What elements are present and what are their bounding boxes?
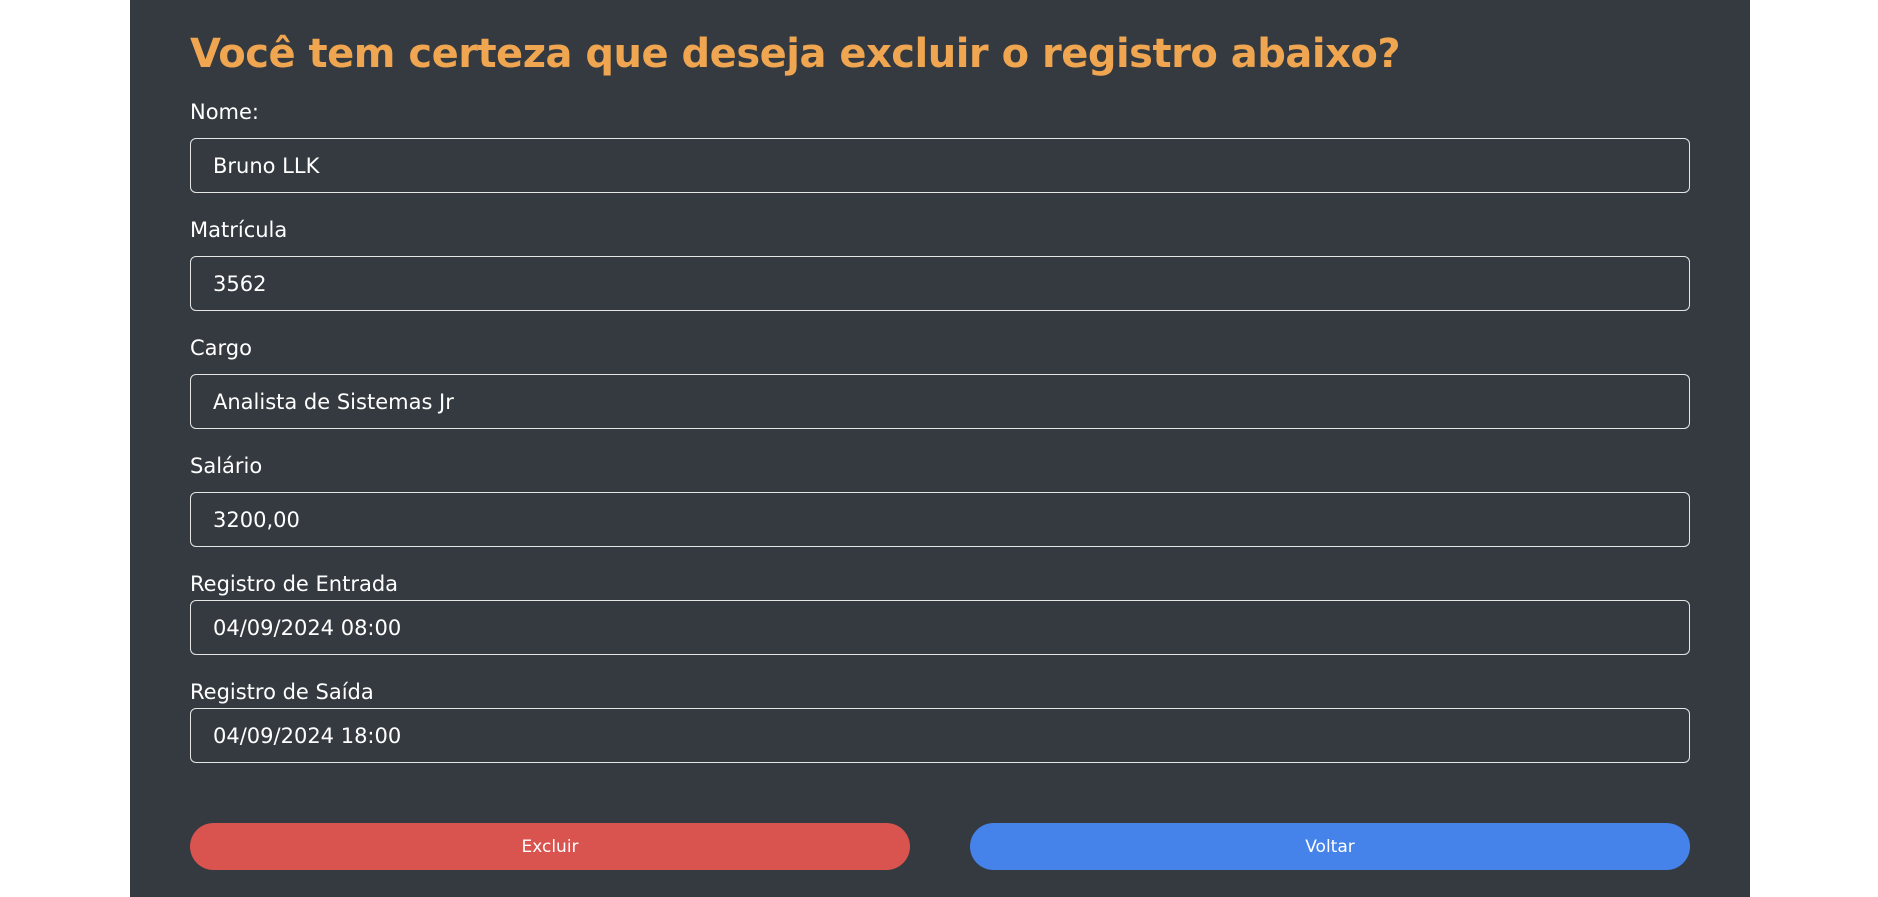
- salario-label: Salário: [190, 454, 263, 478]
- voltar-button[interactable]: Voltar: [970, 823, 1690, 870]
- salario-field[interactable]: 3200,00: [190, 492, 1690, 547]
- registro-entrada-field[interactable]: 04/09/2024 08:00: [190, 600, 1690, 655]
- page-title: Você tem certeza que deseja excluir o re…: [190, 31, 1401, 77]
- excluir-button[interactable]: Excluir: [190, 823, 910, 870]
- matricula-field[interactable]: 3562: [190, 256, 1690, 311]
- registro-saida-field[interactable]: 04/09/2024 18:00: [190, 708, 1690, 763]
- nome-field[interactable]: Bruno LLK: [190, 138, 1690, 193]
- cargo-label: Cargo: [190, 336, 252, 360]
- cargo-field[interactable]: Analista de Sistemas Jr: [190, 374, 1690, 429]
- nome-label: Nome:: [190, 100, 260, 124]
- delete-confirmation-panel: Você tem certeza que deseja excluir o re…: [130, 0, 1750, 897]
- registro-saida-label: Registro de Saída: [190, 680, 374, 704]
- registro-entrada-label: Registro de Entrada: [190, 572, 399, 596]
- matricula-label: Matrícula: [190, 218, 288, 242]
